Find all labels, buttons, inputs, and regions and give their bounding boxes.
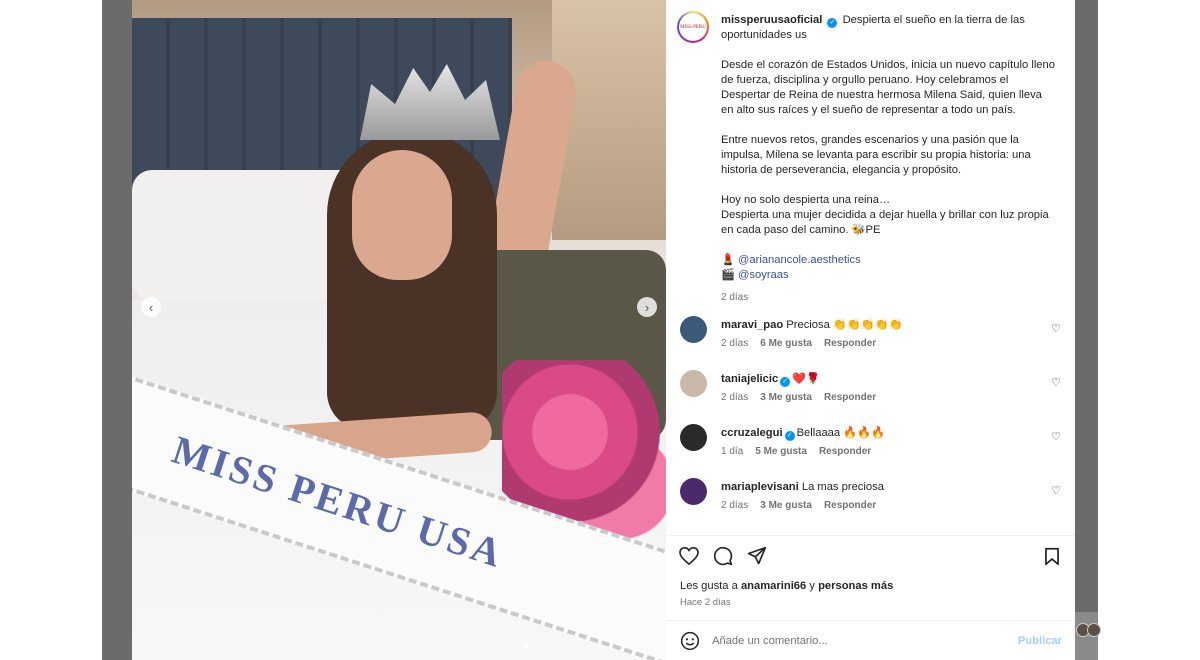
- comment-time: 1 día: [721, 446, 744, 457]
- comment-username[interactable]: mariaplevisani: [721, 481, 799, 493]
- likes-mid: y: [806, 580, 819, 592]
- comment-likes[interactable]: 3 Me gusta: [760, 500, 812, 511]
- reply-button[interactable]: Responder: [819, 446, 871, 457]
- comment-username[interactable]: maravi_pao: [721, 319, 783, 331]
- modal-backdrop-left[interactable]: [102, 0, 132, 660]
- reply-button[interactable]: Responder: [824, 500, 876, 511]
- comment-time: 2 días: [721, 338, 749, 349]
- divider: [666, 620, 1075, 621]
- posted-time: Hace 2 días: [680, 597, 731, 608]
- modal-backdrop-right[interactable]: [1075, 0, 1098, 660]
- comment-username[interactable]: taniajelicic: [721, 373, 778, 385]
- comment-item: maravi_pao Preciosa 👏👏👏👏👏 2 días 6 Me gus…: [666, 316, 1075, 370]
- comment-text: ❤️🌹: [792, 373, 821, 385]
- comment-icon[interactable]: [712, 545, 734, 567]
- comment-text: Bellaaaa 🔥🔥🔥: [796, 427, 886, 439]
- chevron-right-icon: ›: [644, 299, 650, 315]
- comment-likes[interactable]: 3 Me gusta: [760, 392, 812, 403]
- mention-link[interactable]: @soyraas: [738, 269, 789, 281]
- post-actions: [678, 545, 768, 567]
- comment-item: ccruzalegui ✓ Bellaaaa 🔥🔥🔥 1 día 5 Me gusta…: [666, 424, 1075, 478]
- heart-icon[interactable]: [678, 545, 700, 567]
- comment-username[interactable]: ccruzalegui: [721, 427, 783, 439]
- verified-icon: ✓: [780, 377, 791, 387]
- publish-button[interactable]: Publicar: [1018, 635, 1062, 647]
- caption-paragraph: Hoy no solo despierta una reina…: [721, 194, 891, 206]
- clapperboard-icon: 🎬: [721, 269, 735, 281]
- comment-input[interactable]: [712, 632, 1002, 650]
- reply-button[interactable]: Responder: [824, 392, 876, 403]
- caption-paragraph: Entre nuevos retos, grandes escenarios y…: [721, 134, 1031, 176]
- comment-avatar[interactable]: [680, 370, 707, 397]
- comment-likes[interactable]: 6 Me gusta: [760, 338, 812, 349]
- verified-icon: ✓: [827, 18, 838, 28]
- background-feed-peek: [1075, 612, 1101, 660]
- carousel-prev-button[interactable]: ‹: [141, 297, 161, 317]
- comment-avatar[interactable]: [680, 316, 707, 343]
- share-icon[interactable]: [746, 545, 768, 567]
- carousel-indicator: [516, 644, 544, 648]
- comment-avatar[interactable]: [680, 478, 707, 505]
- divider: [666, 535, 1075, 536]
- caption-paragraph: Desde el corazón de Estados Unidos, inic…: [721, 59, 1055, 116]
- lipstick-icon: 💄: [721, 254, 735, 266]
- carousel-dot-active: [524, 644, 528, 648]
- post-details-panel: MISS PERU missperuusaoficial ✓ Despierta…: [666, 0, 1075, 660]
- carousel-dot: [516, 644, 520, 648]
- comment-avatar[interactable]: [680, 424, 707, 451]
- heart-icon[interactable]: ♡: [1051, 430, 1061, 443]
- heart-icon[interactable]: ♡: [1051, 484, 1061, 497]
- author-username[interactable]: missperuusaoficial: [721, 14, 822, 26]
- post-time: 2 días: [721, 292, 749, 303]
- comment-time: 2 días: [721, 392, 749, 403]
- comment-text: Preciosa 👏👏👏👏👏: [786, 319, 903, 331]
- comment-item: mariaplevisani La mas preciosa 2 días 3 M…: [666, 478, 1075, 532]
- chevron-left-icon: ‹: [148, 299, 154, 315]
- caption-paragraph: Despierta una mujer decidida a dejar hue…: [721, 209, 1049, 236]
- carousel-next-button[interactable]: ›: [637, 297, 657, 317]
- verified-icon: ✓: [784, 431, 795, 441]
- likes-prefix: Les gusta a: [680, 580, 741, 592]
- mention-link[interactable]: @arianancole.aesthetics: [738, 254, 861, 266]
- likes-summary[interactable]: Les gusta a anamarini66 y personas más: [680, 580, 893, 592]
- heart-icon[interactable]: ♡: [1051, 376, 1061, 389]
- emoji-icon[interactable]: [680, 631, 700, 651]
- comment-item: taniajelicic ✓ ❤️🌹 2 días 3 Me gusta Respond…: [666, 370, 1075, 424]
- carousel-dot: [540, 644, 544, 648]
- author-avatar[interactable]: MISS PERU: [677, 11, 709, 43]
- post-image[interactable]: MISS PERU USA ‹ ›: [132, 0, 666, 660]
- comments-scroll-area[interactable]: MISS PERU missperuusaoficial ✓ Despierta…: [666, 0, 1075, 535]
- likes-user[interactable]: anamarini66: [741, 580, 806, 592]
- reply-button[interactable]: Responder: [824, 338, 876, 349]
- heart-icon[interactable]: ♡: [1051, 322, 1061, 335]
- likes-others[interactable]: personas más: [818, 580, 893, 592]
- comment-likes[interactable]: 5 Me gusta: [755, 446, 807, 457]
- comment-text: La mas preciosa: [801, 481, 884, 493]
- comment-time: 2 días: [721, 500, 749, 511]
- carousel-dot: [532, 644, 536, 648]
- peek-avatar: [1087, 623, 1101, 637]
- post-caption: missperuusaoficial ✓ Despierta el sueño …: [721, 13, 1056, 305]
- bookmark-icon[interactable]: [1041, 545, 1063, 567]
- author-logo: MISS PERU: [679, 13, 707, 41]
- face: [352, 150, 452, 280]
